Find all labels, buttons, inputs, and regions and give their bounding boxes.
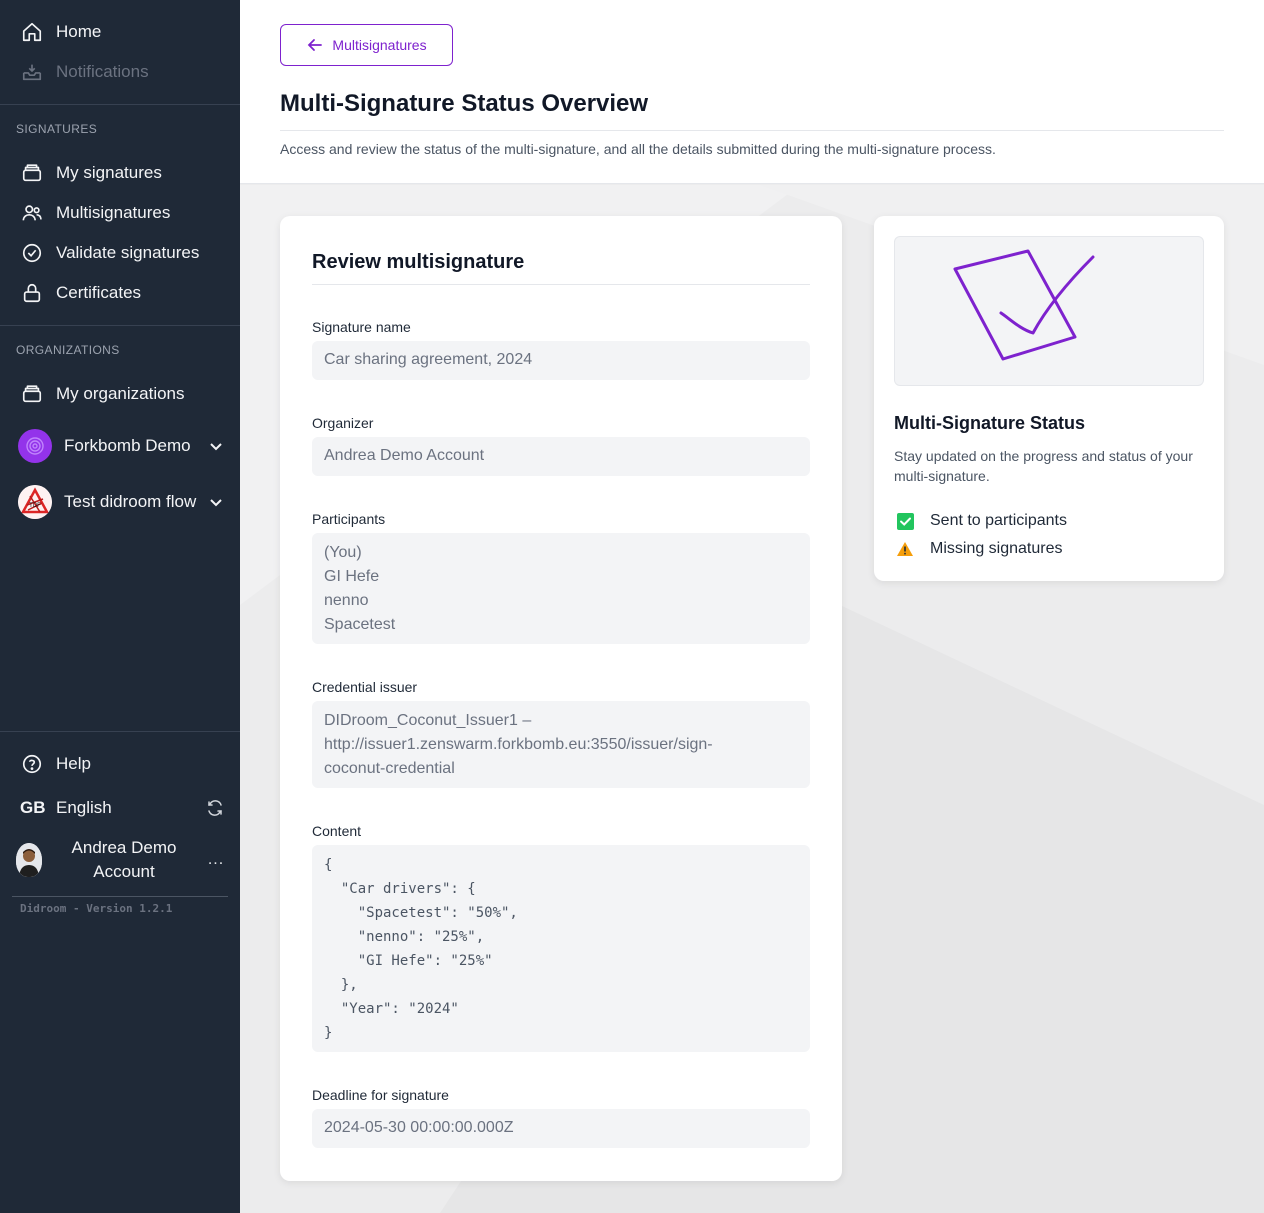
sidebar-divider xyxy=(0,325,240,326)
nav-multisignatures[interactable]: Multisignatures xyxy=(20,201,170,225)
page-header: Multisignatures Multi-Signature Status O… xyxy=(240,0,1264,184)
refresh-icon[interactable] xyxy=(206,799,224,817)
sidebar-divider xyxy=(12,896,228,897)
section-signatures: SIGNATURES xyxy=(16,122,98,136)
warning-icon xyxy=(896,540,914,558)
status-description: Stay updated on the progress and status … xyxy=(894,448,1193,484)
nav-certificates-label: Certificates xyxy=(56,283,142,302)
org-test-didroom-flow[interactable]: TDF Test didroom flow xyxy=(18,485,224,519)
review-card: Review multisignature Signature name Car… xyxy=(280,216,842,1181)
participants-label: Participants xyxy=(312,511,386,527)
review-title: Review multisignature xyxy=(312,251,525,273)
sidebar-divider xyxy=(0,731,240,732)
inbox-icon xyxy=(20,60,44,84)
more-icon[interactable]: ... xyxy=(206,851,226,869)
nav-my-organizations[interactable]: My organizations xyxy=(20,382,185,406)
sidebar-divider xyxy=(0,104,240,105)
organizer-label: Organizer xyxy=(312,415,374,431)
org-avatar xyxy=(18,429,52,463)
avatar xyxy=(16,843,42,877)
language-label: English xyxy=(56,798,112,817)
users-icon xyxy=(20,201,44,225)
sidebar: Home Notifications SIGNATURES My signatu… xyxy=(0,0,240,1213)
nav-notifications[interactable]: Notifications xyxy=(20,60,149,84)
arrow-left-icon xyxy=(308,39,323,51)
status-sent: Sent to participants xyxy=(896,512,1067,530)
deadline-field: 2024-05-30 00:00:00.000Z xyxy=(312,1109,810,1148)
card-divider xyxy=(312,284,810,285)
nav-notifications-label: Notifications xyxy=(56,62,149,81)
status-title: Multi-Signature Status xyxy=(894,413,1086,433)
nav-my-organizations-label: My organizations xyxy=(56,384,185,403)
status-missing: Missing signatures xyxy=(896,540,1063,558)
status-sent-label: Sent to participants xyxy=(930,512,1067,529)
deadline-label: Deadline for signature xyxy=(312,1087,449,1103)
user-profile[interactable]: Andrea Demo Account ... xyxy=(16,836,226,884)
org-avatar: TDF xyxy=(18,485,52,519)
nav-help[interactable]: Help xyxy=(20,752,91,776)
check-square-icon xyxy=(896,512,914,530)
org-forkbomb-demo[interactable]: Forkbomb Demo xyxy=(18,429,224,463)
stack-icon xyxy=(20,161,44,185)
status-missing-label: Missing signatures xyxy=(930,540,1063,557)
nav-validate-signatures[interactable]: Validate signatures xyxy=(20,241,199,265)
nav-validate-label: Validate signatures xyxy=(56,243,200,262)
stack-icon xyxy=(20,382,44,406)
home-icon xyxy=(20,20,44,44)
nav-multisignatures-label: Multisignatures xyxy=(56,203,171,222)
nav-my-signatures[interactable]: My signatures xyxy=(20,161,162,185)
page-title: Multi-Signature Status Overview xyxy=(280,90,649,117)
nav-my-signatures-label: My signatures xyxy=(56,163,162,182)
chevron-down-icon[interactable] xyxy=(208,438,224,454)
help-circle-icon xyxy=(20,752,44,776)
status-card: Multi-Signature Status Stay updated on t… xyxy=(874,216,1224,581)
chevron-down-icon[interactable] xyxy=(208,494,224,510)
participant-item: (You) xyxy=(324,544,362,561)
signature-name-label: Signature name xyxy=(312,319,411,335)
check-circle-icon xyxy=(20,241,44,265)
nav-certificates[interactable]: Certificates xyxy=(20,281,141,305)
organizer-field: Andrea Demo Account xyxy=(312,437,810,476)
user-name: Andrea Demo Account xyxy=(71,838,177,881)
nav-home-label: Home xyxy=(56,22,102,41)
org-forkbomb-label: Forkbomb Demo xyxy=(64,436,191,455)
org-test-label: Test didroom flow xyxy=(64,492,197,511)
language-code: GB xyxy=(20,798,46,817)
back-button-label: Multisignatures xyxy=(332,37,427,53)
svg-text:TDF: TDF xyxy=(29,503,41,509)
nav-home[interactable]: Home xyxy=(20,20,101,44)
page-description: Access and review the status of the mult… xyxy=(280,141,996,157)
app-version: Didroom - Version 1.2.1 xyxy=(20,902,173,915)
nav-help-label: Help xyxy=(56,754,91,773)
participant-item: GI Hefe xyxy=(324,568,380,585)
language-selector[interactable]: GB English xyxy=(20,796,224,820)
participant-item: nenno xyxy=(324,592,369,609)
issuer-label: Credential issuer xyxy=(312,679,418,695)
content-field: { "Car drivers": { "Spacetest": "50%", "… xyxy=(312,845,810,1052)
participants-field: (You) GI Hefe nenno Spacetest xyxy=(312,533,810,644)
issuer-field: DIDroom_Coconut_Issuer1 – http://issuer1… xyxy=(312,701,810,788)
lock-icon xyxy=(20,281,44,305)
signature-illustration xyxy=(894,236,1204,386)
section-organizations: ORGANIZATIONS xyxy=(16,343,120,357)
content-label: Content xyxy=(312,823,362,839)
back-button[interactable]: Multisignatures xyxy=(280,24,453,66)
participant-item: Spacetest xyxy=(324,616,396,633)
header-divider xyxy=(280,130,1224,131)
signature-name-field: Car sharing agreement, 2024 xyxy=(312,341,810,380)
